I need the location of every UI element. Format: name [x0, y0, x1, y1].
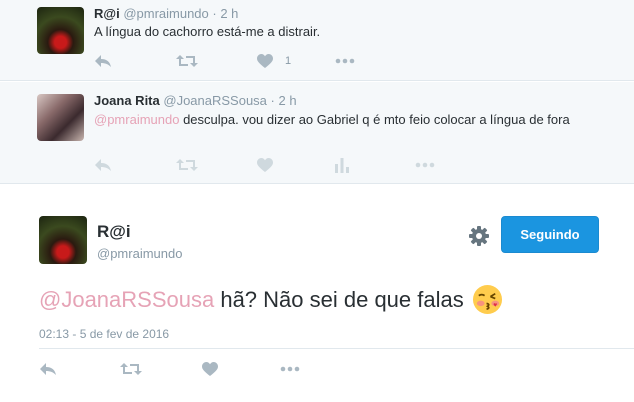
more-button[interactable] — [280, 359, 300, 379]
avatar[interactable] — [39, 216, 87, 264]
more-button[interactable] — [335, 51, 355, 71]
like-button[interactable]: 1 — [257, 51, 291, 71]
like-count: 1 — [285, 55, 292, 67]
like-icon — [257, 53, 273, 68]
tweet-text: @JoanaRSSousa hã? Não sei de que falas — [39, 284, 503, 315]
tweet-time[interactable]: · 2 h — [212, 6, 238, 21]
tweet-text-body: hã? Não sei de que falas — [214, 286, 464, 312]
retweet-button[interactable] — [176, 155, 198, 175]
tweet-text: A língua do cachorro está-me a distrair. — [94, 24, 321, 39]
conversation-tweet[interactable]: R@i @pmraimundo · 2 h A língua do cachor… — [0, 0, 634, 81]
retweet-icon — [176, 159, 198, 171]
reply-icon — [95, 55, 111, 67]
tweet-text: @pmraimundo desculpa. vou dizer ao Gabri… — [94, 110, 594, 129]
tweet-actions — [94, 155, 454, 175]
reply-icon — [40, 363, 56, 375]
more-icon — [335, 58, 355, 64]
gear-icon — [469, 226, 489, 246]
like-button[interactable] — [257, 155, 273, 175]
analytics-icon — [335, 157, 349, 173]
more-icon — [280, 366, 300, 372]
reply-button[interactable] — [94, 51, 112, 71]
analytics-button[interactable] — [335, 155, 349, 175]
conversation-tweet[interactable]: Joana Rita @JoanaRSSousa · 2 h @pmraimun… — [0, 82, 634, 184]
mention-link[interactable]: @JoanaRSSousa — [39, 285, 214, 315]
kissing-face-emoji — [472, 284, 502, 315]
tweet-screen-name[interactable]: @pmraimundo — [123, 6, 208, 21]
retweet-button[interactable] — [176, 51, 198, 71]
divider — [39, 348, 634, 349]
like-button[interactable] — [202, 359, 218, 379]
retweet-icon — [176, 55, 198, 67]
reply-button[interactable] — [94, 155, 112, 175]
following-button[interactable]: Seguindo — [501, 216, 599, 253]
like-icon — [257, 157, 273, 172]
more-icon — [415, 162, 435, 168]
tweet-time[interactable]: · 2 h — [271, 93, 297, 108]
avatar[interactable] — [37, 7, 84, 54]
mention-link[interactable]: @pmraimundo — [94, 112, 179, 127]
tweet-timestamp[interactable]: 02:13 - 5 de fev de 2016 — [39, 327, 169, 341]
tweet-author-name[interactable]: Joana Rita — [94, 93, 160, 108]
retweet-icon — [120, 363, 142, 375]
tweet-screen-name[interactable]: @pmraimundo — [97, 246, 182, 261]
tweet-author-name[interactable]: R@i — [97, 222, 131, 242]
more-button[interactable] — [415, 155, 435, 175]
tweet-author-name[interactable]: R@i — [94, 6, 120, 21]
user-actions-button[interactable] — [467, 224, 491, 248]
reply-button[interactable] — [39, 359, 57, 379]
tweet-actions — [39, 359, 339, 379]
reply-icon — [95, 159, 111, 171]
avatar[interactable] — [37, 94, 84, 141]
tweet-actions: 1 — [94, 51, 394, 71]
tweet-text-body: desculpa. vou dizer ao Gabriel q é mto f… — [179, 112, 570, 127]
tweet-screen-name[interactable]: @JoanaRSSousa — [163, 93, 267, 108]
like-icon — [202, 361, 218, 376]
retweet-button[interactable] — [120, 359, 142, 379]
